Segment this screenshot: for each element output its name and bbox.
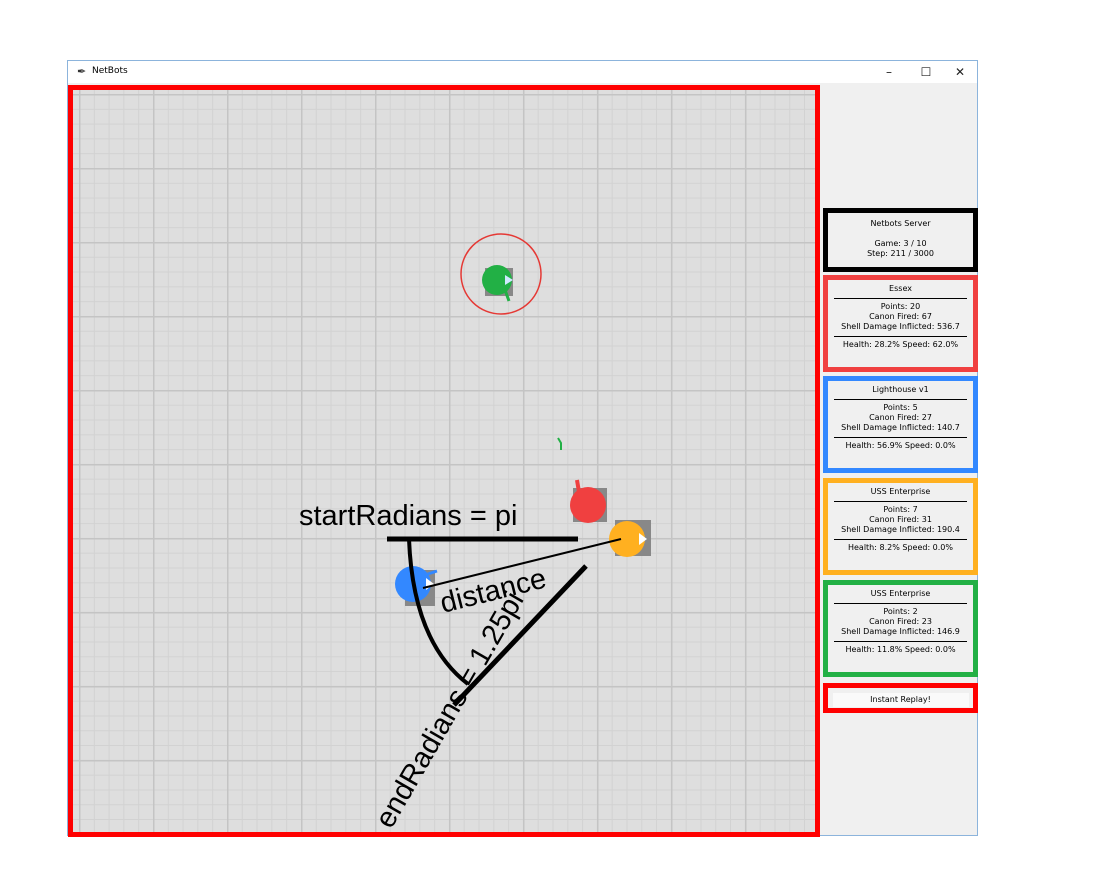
bot-name: Lighthouse v1	[872, 385, 929, 394]
bot-shell-damage: Shell Damage Inflicted: 190.4	[841, 525, 960, 534]
bot-status: Health: 11.8% Speed: 0.0%	[845, 645, 956, 654]
bot-shell-damage: Shell Damage Inflicted: 140.7	[841, 423, 960, 432]
window-title: NetBots	[92, 66, 128, 76]
title-bar: ✒ NetBots – ☐ ✕	[68, 61, 977, 83]
arena: startRadians = pi distance endRadians = …	[68, 85, 820, 837]
bot-panel-lighthouse: Lighthouse v1 Points: 5 Canon Fired: 27 …	[823, 376, 978, 473]
bot-shell-damage: Shell Damage Inflicted: 146.9	[841, 627, 960, 636]
game-counter: Game: 3 / 10	[874, 239, 927, 248]
bot-panel-enterprise-yellow: USS Enterprise Points: 7 Canon Fired: 31…	[823, 478, 978, 575]
bot-shell-damage: Shell Damage Inflicted: 536.7	[841, 322, 960, 331]
bot-canon-fired: Canon Fired: 31	[869, 515, 932, 524]
bot-status: Health: 28.2% Speed: 62.0%	[842, 340, 959, 349]
bot-points: Points: 5	[883, 403, 918, 412]
bot-panel-enterprise-green: USS Enterprise Points: 2 Canon Fired: 23…	[823, 580, 978, 677]
red-bot-turret	[575, 479, 581, 493]
server-panel: Netbots Server Game: 3 / 10 Step: 211 / …	[823, 208, 978, 272]
start-radians-label: startRadians = pi	[299, 500, 517, 532]
minimize-button[interactable]: –	[872, 61, 906, 83]
end-radians-label: endRadians = 1.25pi	[369, 586, 530, 832]
divider	[834, 603, 967, 604]
bot-points: Points: 2	[883, 607, 918, 616]
bot-canon-fired: Canon Fired: 67	[869, 312, 932, 321]
bot-name: USS Enterprise	[870, 487, 931, 496]
red-bot	[570, 487, 606, 523]
bot-name: USS Enterprise	[870, 589, 931, 598]
divider	[834, 539, 967, 540]
divider	[834, 437, 967, 438]
divider	[834, 298, 967, 299]
maximize-button[interactable]: ☐	[909, 61, 943, 83]
replay-panel: Instant Replay!	[823, 683, 978, 713]
bot-points: Points: 20	[880, 302, 921, 311]
arena-drawing: startRadians = pi distance endRadians = …	[299, 233, 651, 832]
bot-points: Points: 7	[883, 505, 918, 514]
divider	[834, 399, 967, 400]
bot-canon-fired: Canon Fired: 27	[869, 413, 932, 422]
bot-status: Health: 56.9% Speed: 0.0%	[845, 441, 956, 450]
bot-status: Health: 8.2% Speed: 0.0%	[847, 543, 953, 552]
bot-canon-fired: Canon Fired: 23	[869, 617, 932, 626]
divider	[834, 641, 967, 642]
netbots-window: ✒ NetBots – ☐ ✕ startRadians = pi distan…	[67, 60, 978, 837]
server-title: Netbots Server	[870, 219, 931, 228]
green-shell	[557, 437, 562, 450]
step-counter: Step: 211 / 3000	[867, 249, 934, 258]
divider	[834, 336, 967, 337]
instant-replay-button[interactable]: Instant Replay!	[832, 693, 969, 707]
close-button[interactable]: ✕	[943, 61, 977, 83]
divider	[834, 501, 967, 502]
bot-name: Essex	[889, 284, 912, 293]
bot-panel-essex: Essex Points: 20 Canon Fired: 67 Shell D…	[823, 275, 978, 372]
feather-icon: ✒	[77, 65, 87, 78]
